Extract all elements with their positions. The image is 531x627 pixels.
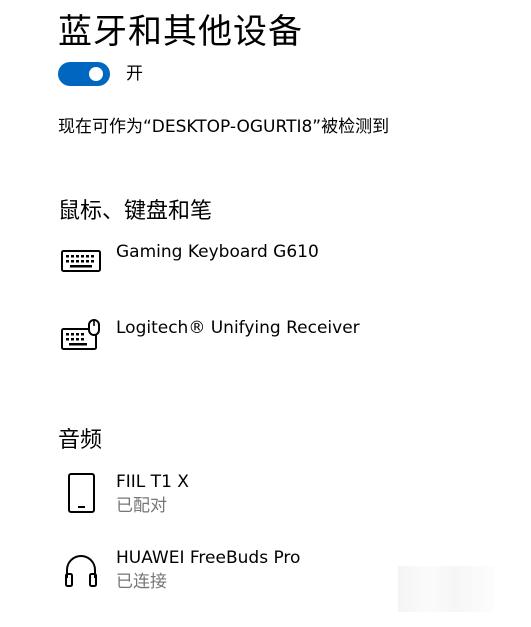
phone-icon: [68, 473, 95, 513]
device-fiil-t1x[interactable]: FIIL T1 X 已配对: [58, 472, 478, 528]
bluetooth-toggle[interactable]: [58, 62, 110, 86]
device-name: HUAWEI FreeBuds Pro: [116, 548, 301, 568]
discoverable-text: 现在可作为“DESKTOP-OGURTI8”被检测到: [58, 117, 390, 137]
bluetooth-toggle-row: 开: [58, 62, 143, 86]
page-title: 蓝牙和其他设备: [58, 12, 303, 52]
headphones-icon: [65, 555, 97, 587]
device-status: 已配对: [116, 496, 167, 516]
device-name: FIIL T1 X: [116, 472, 189, 492]
device-name: Logitech® Unifying Receiver: [116, 318, 360, 338]
toggle-knob: [89, 67, 103, 81]
device-logitech-receiver[interactable]: Logitech® Unifying Receiver: [58, 318, 478, 374]
device-gaming-keyboard[interactable]: Gaming Keyboard G610: [58, 242, 478, 298]
device-status: 已连接: [116, 572, 167, 592]
device-name: Gaming Keyboard G610: [116, 242, 319, 262]
blurred-watermark: [398, 566, 494, 612]
keyboard-mouse-icon: [61, 319, 100, 350]
toggle-label: 开: [126, 64, 143, 84]
section-heading-audio: 音频: [58, 428, 103, 453]
section-heading-input-devices: 鼠标、键盘和笔: [58, 199, 213, 224]
keyboard-icon: [61, 250, 101, 272]
